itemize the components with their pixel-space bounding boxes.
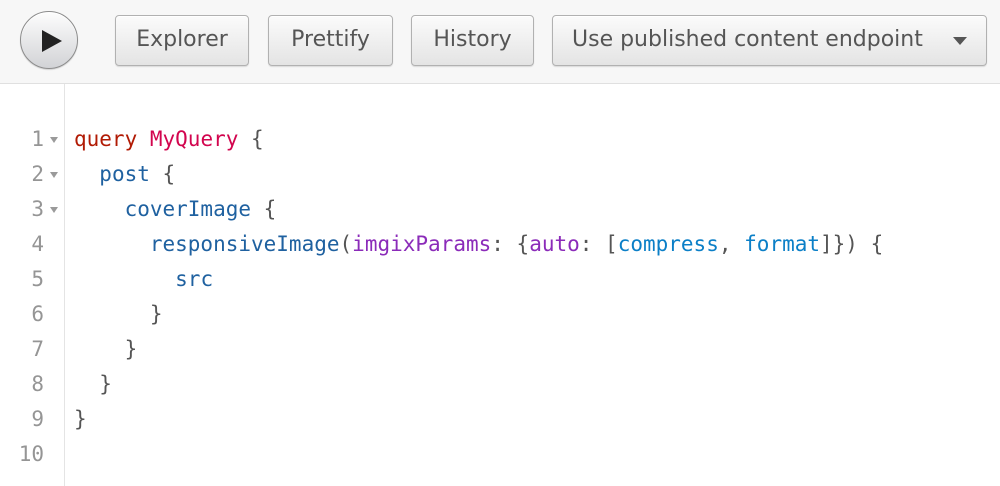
code-line[interactable]: 5 src — [0, 262, 1000, 297]
code-line[interactable]: 10 — [0, 437, 1000, 472]
endpoint-select-label: Use published content endpoint — [572, 27, 923, 52]
code-token-punct: ]}) { — [820, 232, 884, 256]
line-number: 3 — [31, 197, 44, 221]
code-token-punct: } — [74, 302, 163, 326]
history-button[interactable]: History — [411, 15, 534, 66]
line-number: 8 — [31, 372, 44, 396]
code-text: responsiveImage(imgixParams: {auto: [com… — [74, 227, 883, 262]
code-line[interactable]: 8 } — [0, 367, 1000, 402]
code-token-def: MyQuery — [149, 127, 239, 151]
code-token-punct: } — [74, 372, 112, 396]
line-number: 7 — [31, 337, 44, 361]
code-token-fld: responsiveImage — [149, 232, 340, 256]
toolbar: Explorer Prettify History Use published … — [0, 0, 1000, 84]
code-line[interactable]: 7 } — [0, 332, 1000, 367]
code-token-punct — [74, 232, 150, 256]
code-token-punct: : [ — [579, 232, 618, 256]
code-token-punct: { — [149, 162, 176, 186]
line-number: 6 — [31, 302, 44, 326]
line-number: 10 — [18, 442, 44, 466]
code-token-punct: ( — [339, 232, 353, 256]
fold-triangle-icon[interactable] — [50, 137, 58, 143]
query-editor[interactable]: 1 query MyQuery {2 post {3 coverImage {4 … — [0, 84, 1000, 486]
code-token-punct — [74, 267, 175, 291]
code-token-attr: auto — [529, 232, 580, 256]
code-token-punct: } — [74, 337, 138, 361]
code-line[interactable]: 3 coverImage { — [0, 192, 1000, 227]
caret-down-icon — [953, 37, 967, 45]
code-token-enum: compress — [617, 232, 719, 256]
run-query-button[interactable] — [20, 11, 78, 69]
code-text: coverImage { — [74, 192, 277, 227]
code-text: } — [74, 297, 163, 332]
code-token-punct — [137, 127, 150, 151]
code-line[interactable]: 4 responsiveImage(imgixParams: {auto: [c… — [0, 227, 1000, 262]
code-token-kw: query — [74, 127, 138, 151]
code-text: src — [74, 262, 213, 297]
line-number: 1 — [31, 127, 44, 151]
prettify-button[interactable]: Prettify — [268, 15, 393, 66]
code-token-punct: { — [251, 197, 277, 221]
code-text: } — [74, 402, 87, 437]
code-token-fld: coverImage — [124, 197, 252, 221]
play-icon — [42, 30, 62, 52]
line-number: 5 — [31, 267, 44, 291]
code-line[interactable]: 1 query MyQuery { — [0, 122, 1000, 157]
code-line[interactable]: 6 } — [0, 297, 1000, 332]
code-token-fld: src — [175, 267, 214, 291]
code-token-punct: : { — [491, 232, 530, 256]
line-number: 4 — [31, 232, 44, 256]
code-token-attr: imgixParams — [352, 232, 492, 256]
code-text: } — [74, 332, 138, 367]
explorer-button[interactable]: Explorer — [115, 15, 249, 66]
fold-triangle-icon[interactable] — [50, 172, 58, 178]
code-line[interactable]: 9} — [0, 402, 1000, 437]
code-text: query MyQuery { — [74, 122, 264, 157]
code-token-punct — [74, 197, 125, 221]
code-token-enum: format — [744, 232, 821, 256]
fold-triangle-icon[interactable] — [50, 207, 58, 213]
endpoint-select[interactable]: Use published content endpoint — [552, 15, 987, 66]
code-token-punct: { — [238, 127, 264, 151]
line-number: 2 — [31, 162, 44, 186]
code-token-punct: } — [74, 407, 87, 431]
line-number: 9 — [31, 407, 44, 431]
code-token-fld: post — [99, 162, 150, 186]
code-text: } — [74, 367, 112, 402]
graphiql-app: Explorer Prettify History Use published … — [0, 0, 1000, 486]
code-token-punct — [74, 162, 99, 186]
code-text: post { — [74, 157, 175, 192]
code-line[interactable]: 2 post { — [0, 157, 1000, 192]
code-token-punct: , — [718, 232, 745, 256]
